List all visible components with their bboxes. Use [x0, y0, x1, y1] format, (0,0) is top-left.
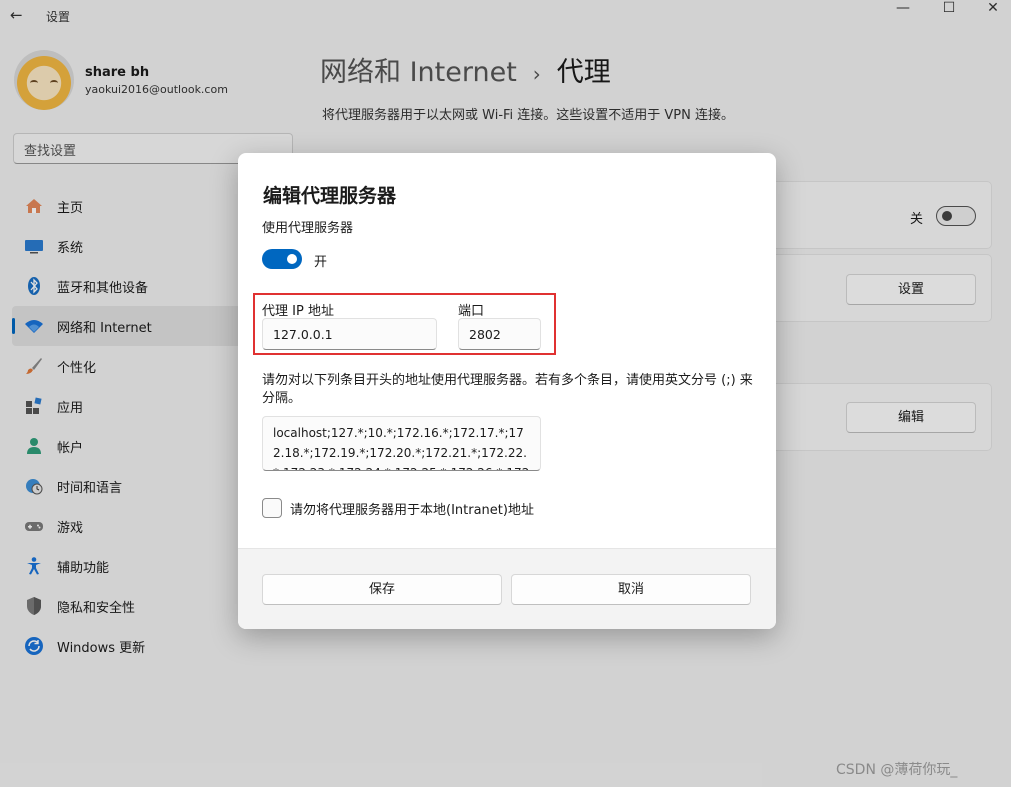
edit-proxy-dialog: 编辑代理服务器 使用代理服务器 开 代理 IP 地址 端口 请勿对以下列条目开头…	[238, 153, 776, 629]
exceptions-textarea[interactable]: localhost;127.*;10.*;172.16.*;172.17.*;1…	[262, 416, 541, 471]
dialog-footer: 保存 取消	[238, 548, 776, 629]
use-proxy-label: 使用代理服务器	[262, 221, 354, 236]
proxy-ip-label: 代理 IP 地址	[262, 304, 334, 319]
local-bypass-checkbox[interactable]	[262, 498, 282, 518]
proxy-ip-input[interactable]	[262, 318, 437, 350]
save-button[interactable]: 保存	[262, 574, 502, 605]
local-bypass-label: 请勿将代理服务器用于本地(Intranet)地址	[290, 503, 534, 518]
watermark: CSDN @薄荷你玩_	[836, 762, 958, 778]
exceptions-description: 请勿对以下列条目开头的地址使用代理服务器。若有多个条目，请使用英文分号 (;) …	[262, 373, 753, 406]
use-proxy-toggle-state: 开	[314, 255, 328, 270]
port-input[interactable]	[458, 318, 541, 350]
cancel-button[interactable]: 取消	[511, 574, 751, 605]
dialog-title: 编辑代理服务器	[263, 185, 397, 207]
use-proxy-toggle[interactable]	[262, 249, 302, 269]
port-label: 端口	[458, 304, 485, 319]
